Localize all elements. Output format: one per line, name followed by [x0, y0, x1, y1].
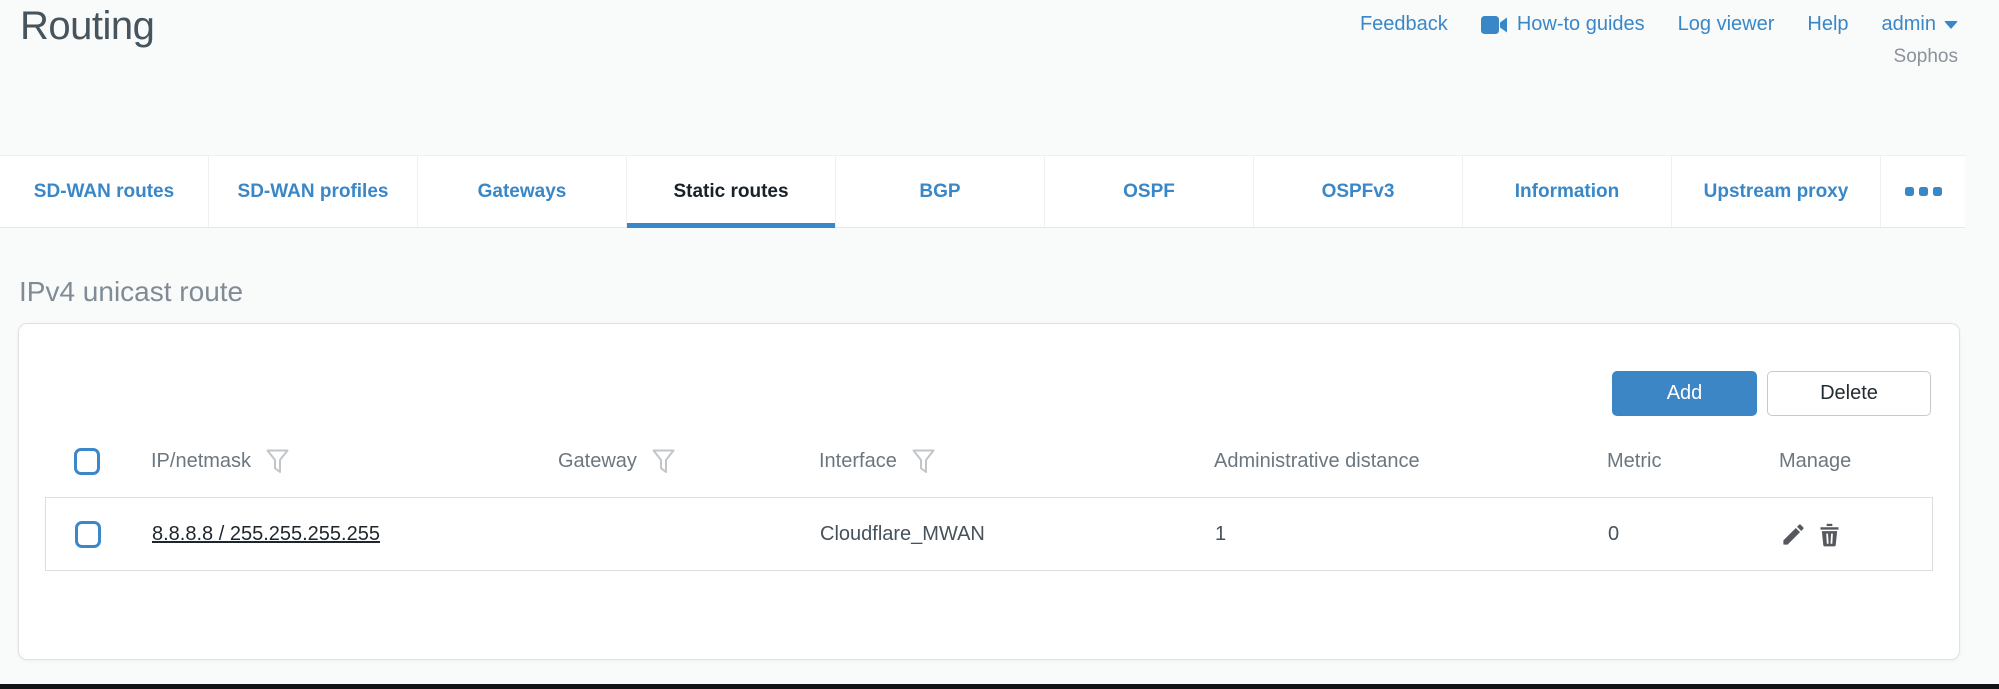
filter-icon[interactable]: [266, 449, 289, 474]
filter-icon[interactable]: [652, 449, 675, 474]
edit-icon[interactable]: [1780, 521, 1807, 548]
filter-icon[interactable]: [912, 449, 935, 474]
col-administrative-distance: Administrative distance: [1214, 450, 1420, 473]
add-button[interactable]: Add: [1612, 371, 1757, 416]
help-link[interactable]: Help: [1807, 13, 1848, 36]
delete-icon[interactable]: [1816, 521, 1843, 548]
tab-ospf[interactable]: OSPF: [1044, 156, 1253, 227]
route-ip-netmask-link[interactable]: 8.8.8.8 / 255.255.255.255: [152, 523, 380, 546]
help-label: Help: [1807, 13, 1848, 36]
route-metric-value: 0: [1608, 523, 1619, 546]
col-gateway: Gateway: [558, 450, 637, 473]
log-viewer-link[interactable]: Log viewer: [1678, 13, 1775, 36]
table-row: 8.8.8.8 / 255.255.255.255 Cloudflare_MWA…: [45, 497, 1933, 571]
ipv4-routes-card: Add Delete IP/netmask Gateway: [18, 323, 1960, 660]
more-tabs-button[interactable]: [1880, 156, 1965, 227]
admin-menu[interactable]: admin: [1882, 13, 1958, 36]
brand-label: Sophos: [1894, 46, 1958, 68]
row-checkbox[interactable]: [75, 521, 101, 548]
tab-information[interactable]: Information: [1462, 156, 1671, 227]
tab-sdwan-profiles[interactable]: SD-WAN profiles: [208, 156, 417, 227]
delete-button[interactable]: Delete: [1767, 371, 1931, 416]
feedback-label: Feedback: [1360, 13, 1448, 36]
ellipsis-icon: [1905, 187, 1914, 196]
page-title: Routing: [20, 4, 154, 49]
howto-guides-label: How-to guides: [1517, 13, 1645, 36]
table-toolbar: Add Delete: [1612, 371, 1931, 416]
log-viewer-label: Log viewer: [1678, 13, 1775, 36]
col-manage: Manage: [1779, 450, 1851, 473]
col-metric: Metric: [1607, 450, 1661, 473]
top-navigation: Feedback How-to guides Log viewer Help a…: [1360, 13, 1958, 36]
tab-bgp[interactable]: BGP: [835, 156, 1044, 227]
routing-tabbar: SD-WAN routes SD-WAN profiles Gateways S…: [0, 155, 1965, 228]
tab-sdwan-routes[interactable]: SD-WAN routes: [0, 156, 208, 227]
bottom-edge: [0, 684, 1999, 689]
howto-guides-link[interactable]: How-to guides: [1481, 13, 1645, 36]
admin-username: admin: [1882, 13, 1936, 36]
route-interface-value: Cloudflare_MWAN: [820, 523, 985, 546]
feedback-link[interactable]: Feedback: [1360, 13, 1448, 36]
tab-upstream-proxy[interactable]: Upstream proxy: [1671, 156, 1880, 227]
video-camera-icon: [1481, 15, 1508, 35]
chevron-down-icon: [1944, 21, 1958, 29]
tab-ospfv3[interactable]: OSPFv3: [1253, 156, 1462, 227]
col-interface: Interface: [819, 450, 897, 473]
select-all-checkbox[interactable]: [74, 448, 100, 475]
table-header-row: IP/netmask Gateway Interface: [45, 437, 1933, 485]
tab-static-routes[interactable]: Static routes: [626, 156, 835, 227]
section-heading: IPv4 unicast route: [19, 276, 243, 308]
col-ip-netmask: IP/netmask: [151, 450, 251, 473]
static-routes-table: IP/netmask Gateway Interface: [45, 437, 1933, 571]
tab-gateways[interactable]: Gateways: [417, 156, 626, 227]
route-administrative-distance-value: 1: [1215, 523, 1226, 546]
